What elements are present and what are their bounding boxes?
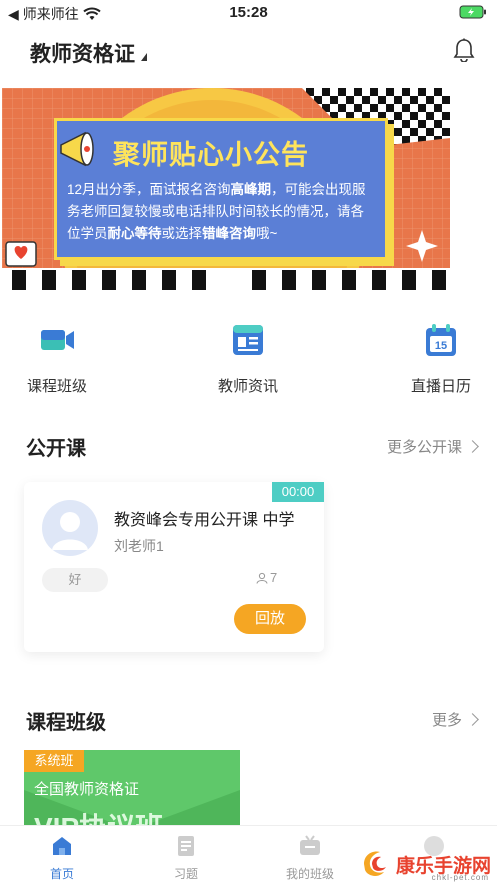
class-tag: 系统班 [24, 750, 84, 772]
class-section-title: 课程班级 [26, 712, 106, 734]
quick-label-calendar: 直播日历 [410, 378, 471, 395]
watermark: 康乐手游网 chkl-pet.com [358, 847, 491, 882]
person-icon [256, 572, 268, 584]
timer-badge: 00:00 [272, 482, 324, 502]
tv-icon [300, 835, 320, 855]
tab-my-class-label: 我的班级 [285, 867, 334, 881]
status-bar: ◀ 师来师往 15:28 [0, 0, 497, 26]
tab-home-label: 首页 [49, 867, 74, 881]
more-open-courses-link[interactable]: 更多公开课 [386, 436, 479, 457]
calendar-day: 15 [435, 340, 447, 352]
quick-item-news[interactable]: 教师资讯 [193, 320, 303, 396]
viewer-count-value: 7 [270, 570, 278, 585]
megaphone-icon [60, 131, 94, 167]
announcement-banner[interactable]: 聚师贴心小公告 12月出分季，面试报名咨询高峰期，可能会出现服务老师回复较慢或电… [2, 88, 450, 290]
more-open-courses-label: 更多公开课 [386, 439, 462, 456]
app-header: 教师资格证 [0, 30, 497, 74]
tab-home[interactable]: 首页 [22, 834, 102, 882]
exam-selector[interactable]: 教师资格证 [30, 38, 147, 68]
notice-title: 聚师贴心小公告 [57, 133, 365, 172]
tab-exercises-label: 习题 [173, 867, 198, 881]
status-time: 15:28 [229, 4, 268, 21]
chevron-right-icon [466, 440, 479, 453]
notice-body-bold: 高峰期 [230, 182, 272, 197]
tab-exercises[interactable]: 习题 [146, 834, 226, 882]
home-icon [53, 837, 71, 855]
open-course-title: 公开课 [26, 438, 86, 460]
quick-nav: 课程班级 教师资讯 15 直播日历 [0, 320, 497, 400]
quick-label-news: 教师资讯 [217, 378, 278, 395]
video-camera-icon [41, 330, 74, 350]
notice-body-part: 或选择 [161, 226, 203, 241]
more-classes-label: 更多 [431, 712, 462, 729]
notice-body-part: 12月出分季，面试报名咨询 [67, 182, 231, 197]
notice-body-bold: 耐心等待 [107, 226, 162, 241]
caret-down-icon [141, 53, 147, 61]
watermark-sub: chkl-pet.com [431, 873, 489, 882]
chevron-right-icon [466, 713, 479, 726]
notice-body-bold: 错峰咨询 [202, 226, 256, 241]
rating-tag: 好 [42, 568, 108, 592]
avatar [42, 500, 98, 556]
notice-body: 12月出分季，面试报名咨询高峰期，可能会出现服务老师回复较慢或电话排队时间较长的… [67, 179, 377, 245]
quick-label-courses: 课程班级 [26, 378, 87, 395]
teacher-name: 刘老师1 [114, 538, 164, 554]
watermark-logo-icon [363, 851, 386, 876]
replay-button[interactable]: 回放 [234, 604, 306, 634]
notice-card: 聚师贴心小公告 12月出分季，面试报名咨询高峰期，可能会出现服务老师回复较慢或电… [54, 118, 388, 260]
page-title: 教师资格证 [30, 43, 135, 66]
calendar-icon: 15 [426, 324, 456, 356]
class-subtitle: 全国教师资格证 [34, 781, 140, 798]
bell-icon[interactable] [453, 38, 475, 67]
open-course-card[interactable]: 00:00 教资峰会专用公开课 中学 刘老师1 好 7 回放 [24, 482, 324, 652]
news-icon [233, 325, 263, 355]
class-card[interactable]: 系统班 全国教师资格证 VIP协议班 [24, 750, 240, 830]
viewer-count: 7 [256, 570, 277, 585]
more-classes-link[interactable]: 更多 [431, 709, 479, 730]
battery-icon [459, 5, 487, 22]
notice-body-part: 哦~ [256, 226, 278, 241]
course-name: 教资峰会专用公开课 中学 [114, 512, 295, 529]
exercise-icon [178, 836, 194, 856]
quick-item-calendar[interactable]: 15 直播日历 [386, 320, 496, 396]
notice-title-text: 聚师贴心小公告 [113, 140, 309, 170]
tab-my-class[interactable]: 我的班级 [270, 834, 350, 882]
quick-item-courses[interactable]: 课程班级 [2, 320, 112, 396]
